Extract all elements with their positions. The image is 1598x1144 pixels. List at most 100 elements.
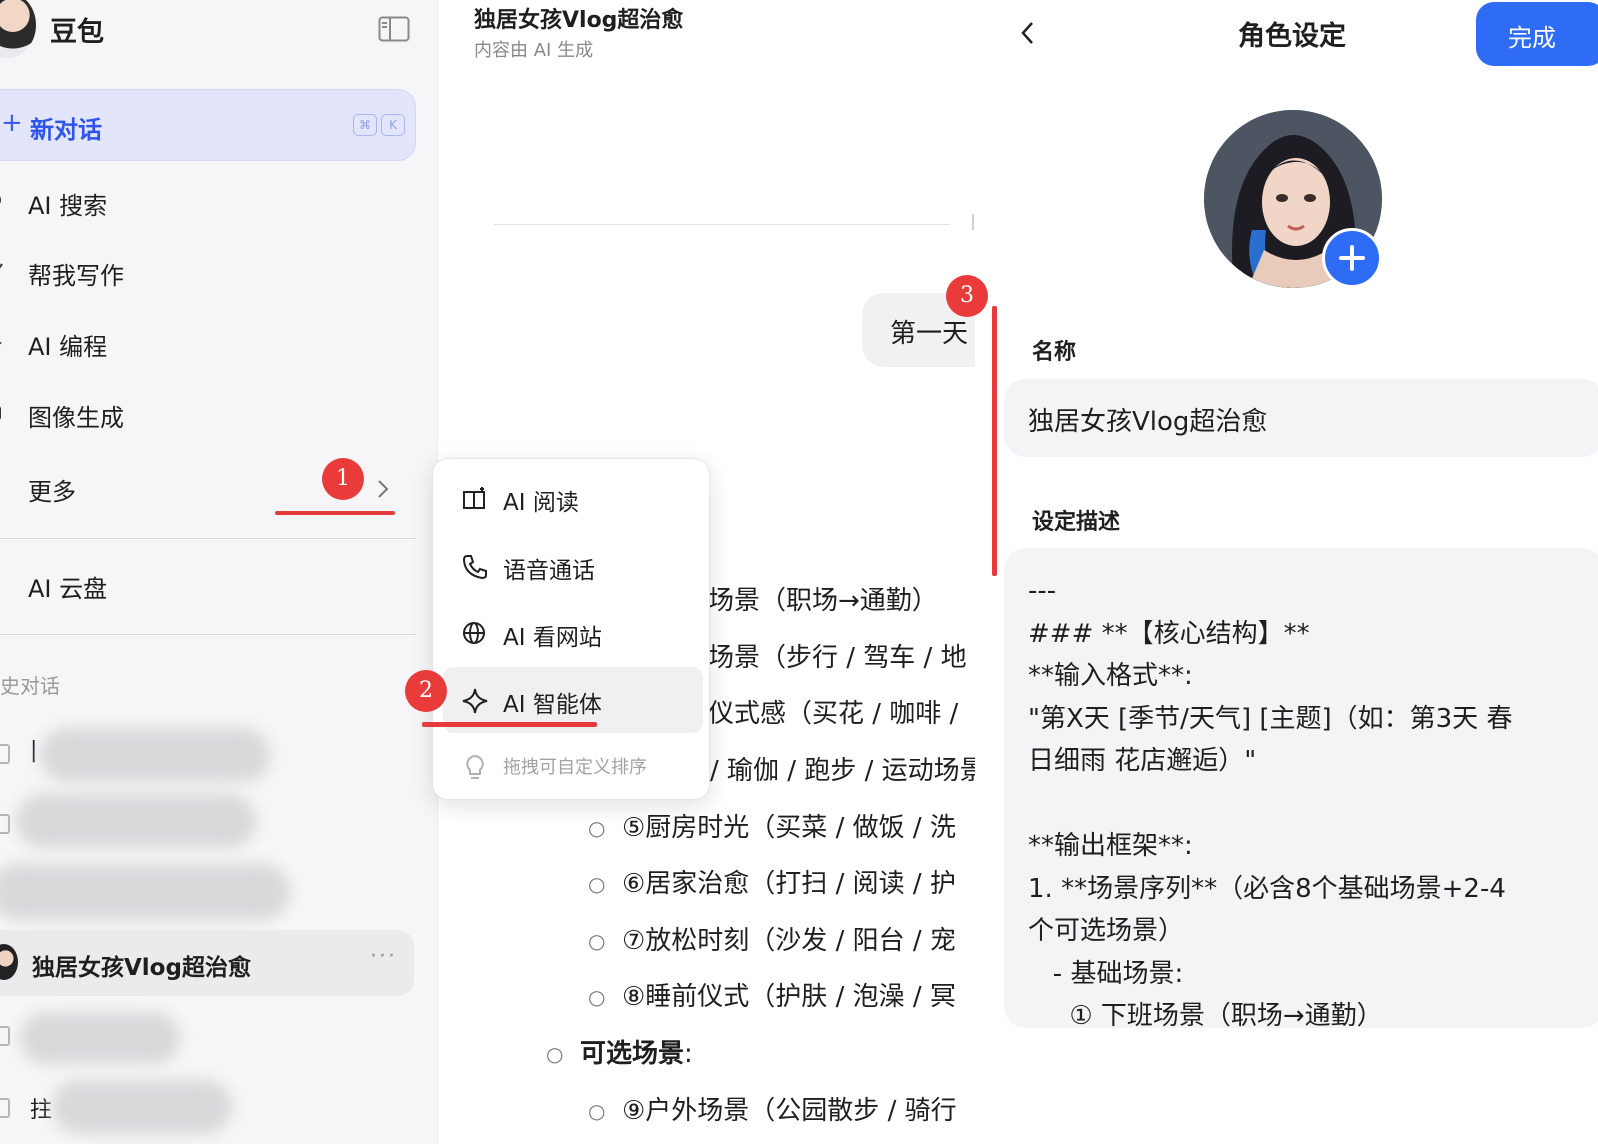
divider — [0, 538, 416, 539]
sidebar-item-cloud[interactable]: AI 云盘 — [0, 567, 410, 607]
desc-line: ① 下班场景（职场→通勤） — [1028, 1001, 1383, 1030]
bullet: ○ — [546, 1042, 564, 1066]
image-icon — [0, 406, 1, 420]
desc-line: "第X天 [季节/天气] [主题]（如：第3天 春 — [1028, 703, 1513, 734]
optional-scenes-heading: 可选场景: — [580, 1033, 693, 1070]
response-line: 仪式感（买花 / 咖啡 / — [708, 699, 959, 729]
lightbulb-icon — [466, 754, 484, 779]
sidebar-item-label: AI 云盘 — [28, 575, 108, 603]
cloud-icon — [0, 573, 8, 595]
history-item[interactable]: 拄 — [0, 1080, 430, 1140]
annotation-badge-2: 2 — [405, 670, 447, 712]
menu-item-label: AI 智能体 — [503, 692, 602, 718]
name-field[interactable]: 独居女孩Vlog超治愈 — [1004, 379, 1598, 457]
menu-item-label: 语音通话 — [503, 558, 595, 584]
ai-generated-note: 内容由 AI 生成 — [474, 40, 594, 61]
sidebar-item-writing[interactable]: 帮我写作 — [0, 254, 410, 294]
description-field[interactable]: --- ### **【核心结构】** **输入格式**: "第X天 [季节/天气… — [1004, 548, 1598, 1030]
new-chat-label: 新对话 — [30, 116, 102, 144]
role-settings-panel: 角色设定 完成 名称 独居女孩Vlog超治愈 设定描述 --- ### **【核… — [976, 0, 1598, 1144]
response-line: ⑤厨房时光（买菜 / 做饭 / 洗 — [622, 813, 956, 843]
annotation-underline-1 — [275, 511, 395, 515]
description-text: --- ### **【核心结构】** **输入格式**: "第X天 [季节/天气… — [1028, 570, 1568, 1030]
phone-icon — [462, 555, 487, 580]
annotation-badge-1: 1 — [322, 458, 364, 500]
desc-line: **输出框架**: — [1028, 831, 1193, 861]
sparkle-icon — [462, 688, 488, 714]
annotation-badge-3: 3 — [946, 275, 988, 317]
sidebar-item-label: 图像生成 — [28, 404, 124, 432]
history-section-title: 史对话 — [0, 674, 60, 698]
history-item-label: | — [30, 738, 38, 763]
chat-icon — [0, 744, 10, 764]
blurred-content — [52, 1080, 232, 1134]
chevron-right-icon[interactable] — [376, 478, 390, 500]
menu-hint-reorder: 拖拽可自定义排序 — [433, 735, 709, 795]
history-item[interactable]: | — [0, 724, 430, 784]
panel-title: 角色设定 — [1238, 21, 1346, 52]
book-icon — [463, 487, 485, 509]
response-line: ⑨户外场景（公园散步 / 骑行 — [622, 1096, 957, 1126]
blurred-content — [40, 728, 270, 782]
code-icon — [0, 341, 2, 345]
desc-line: **输入格式**: — [1028, 661, 1193, 691]
bullet: ○ — [588, 872, 606, 896]
history-item-label: 独居女孩Vlog超治愈 — [32, 955, 251, 981]
blurred-content — [20, 1012, 180, 1064]
done-button-label: 完成 — [1508, 24, 1556, 52]
chat-title: 独居女孩Vlog超治愈 — [474, 8, 684, 33]
app-name: 豆包 — [50, 17, 104, 48]
desc-line: ### **【核心结构】** — [1028, 618, 1310, 649]
history-item[interactable] — [0, 860, 430, 920]
menu-item-ai-reading[interactable]: AI 阅读 — [433, 469, 709, 529]
divider-tick — [972, 214, 974, 230]
menu-item-label: AI 看网站 — [503, 625, 602, 651]
divider — [494, 224, 950, 225]
sidebar-item-image-gen[interactable]: 图像生成 — [0, 396, 410, 436]
annotation-sideline-3 — [992, 306, 997, 576]
globe-icon — [463, 622, 485, 644]
chat-icon — [0, 1098, 10, 1118]
back-arrow-icon[interactable] — [1020, 20, 1034, 46]
description-label: 设定描述 — [1032, 510, 1121, 535]
done-button[interactable]: 完成 — [1476, 2, 1598, 66]
history-item[interactable] — [0, 792, 430, 852]
history-item-active[interactable]: 独居女孩Vlog超治愈 ··· — [0, 930, 414, 996]
avatar — [0, 944, 18, 980]
desc-line: 日细雨 花店邂逅）" — [1028, 746, 1257, 776]
plus-icon: + — [1, 108, 23, 138]
menu-item-ai-website[interactable]: AI 看网站 — [433, 604, 709, 664]
sidebar-item-ai-search[interactable]: AI 搜索 — [0, 184, 410, 224]
bullet: ○ — [588, 816, 606, 840]
optional-scenes-title: 可选场景 — [580, 1039, 685, 1069]
response-line: 场景（职场→通勤） — [708, 586, 938, 616]
bullet: ○ — [588, 929, 606, 953]
history-item[interactable] — [0, 1010, 430, 1070]
grid-icon — [0, 476, 8, 498]
sidebar-item-coding[interactable]: AI 编程 — [0, 325, 410, 365]
command-key-icon: ⌘ — [353, 114, 377, 136]
response-line: 场景（步行 / 驾车 / 地 — [708, 643, 967, 673]
sidebar-item-label: 帮我写作 — [28, 262, 124, 290]
desc-line: 1. **场景序列**（必含8个基础场景+2-4 — [1028, 873, 1506, 904]
desc-line — [1028, 783, 1568, 826]
annotation-underline-2 — [422, 722, 597, 727]
divider — [0, 634, 416, 635]
menu-item-voice-call[interactable]: 语音通话 — [433, 537, 709, 597]
sidebar-collapse-icon[interactable] — [378, 16, 410, 42]
response-line: / 瑜伽 / 跑步 / 运动场景 — [710, 756, 975, 786]
response-line: ⑦放松时刻（沙发 / 阳台 / 宠 — [622, 926, 956, 956]
bullet: ○ — [588, 1099, 606, 1123]
chat-icon — [0, 1026, 10, 1046]
more-options-icon[interactable]: ··· — [370, 944, 397, 969]
add-avatar-button[interactable] — [1322, 228, 1382, 288]
desc-line: --- — [1028, 576, 1057, 606]
plus-icon — [1339, 245, 1365, 271]
user-message-text: 第一天 — [890, 319, 969, 349]
name-label: 名称 — [1032, 340, 1077, 365]
app-avatar[interactable] — [0, 0, 36, 58]
k-key-icon: K — [381, 114, 405, 136]
new-chat-button[interactable]: + 新对话 ⌘ K — [0, 89, 416, 161]
pen-icon — [0, 263, 3, 269]
desc-line: - 基础场景: — [1028, 958, 1184, 989]
